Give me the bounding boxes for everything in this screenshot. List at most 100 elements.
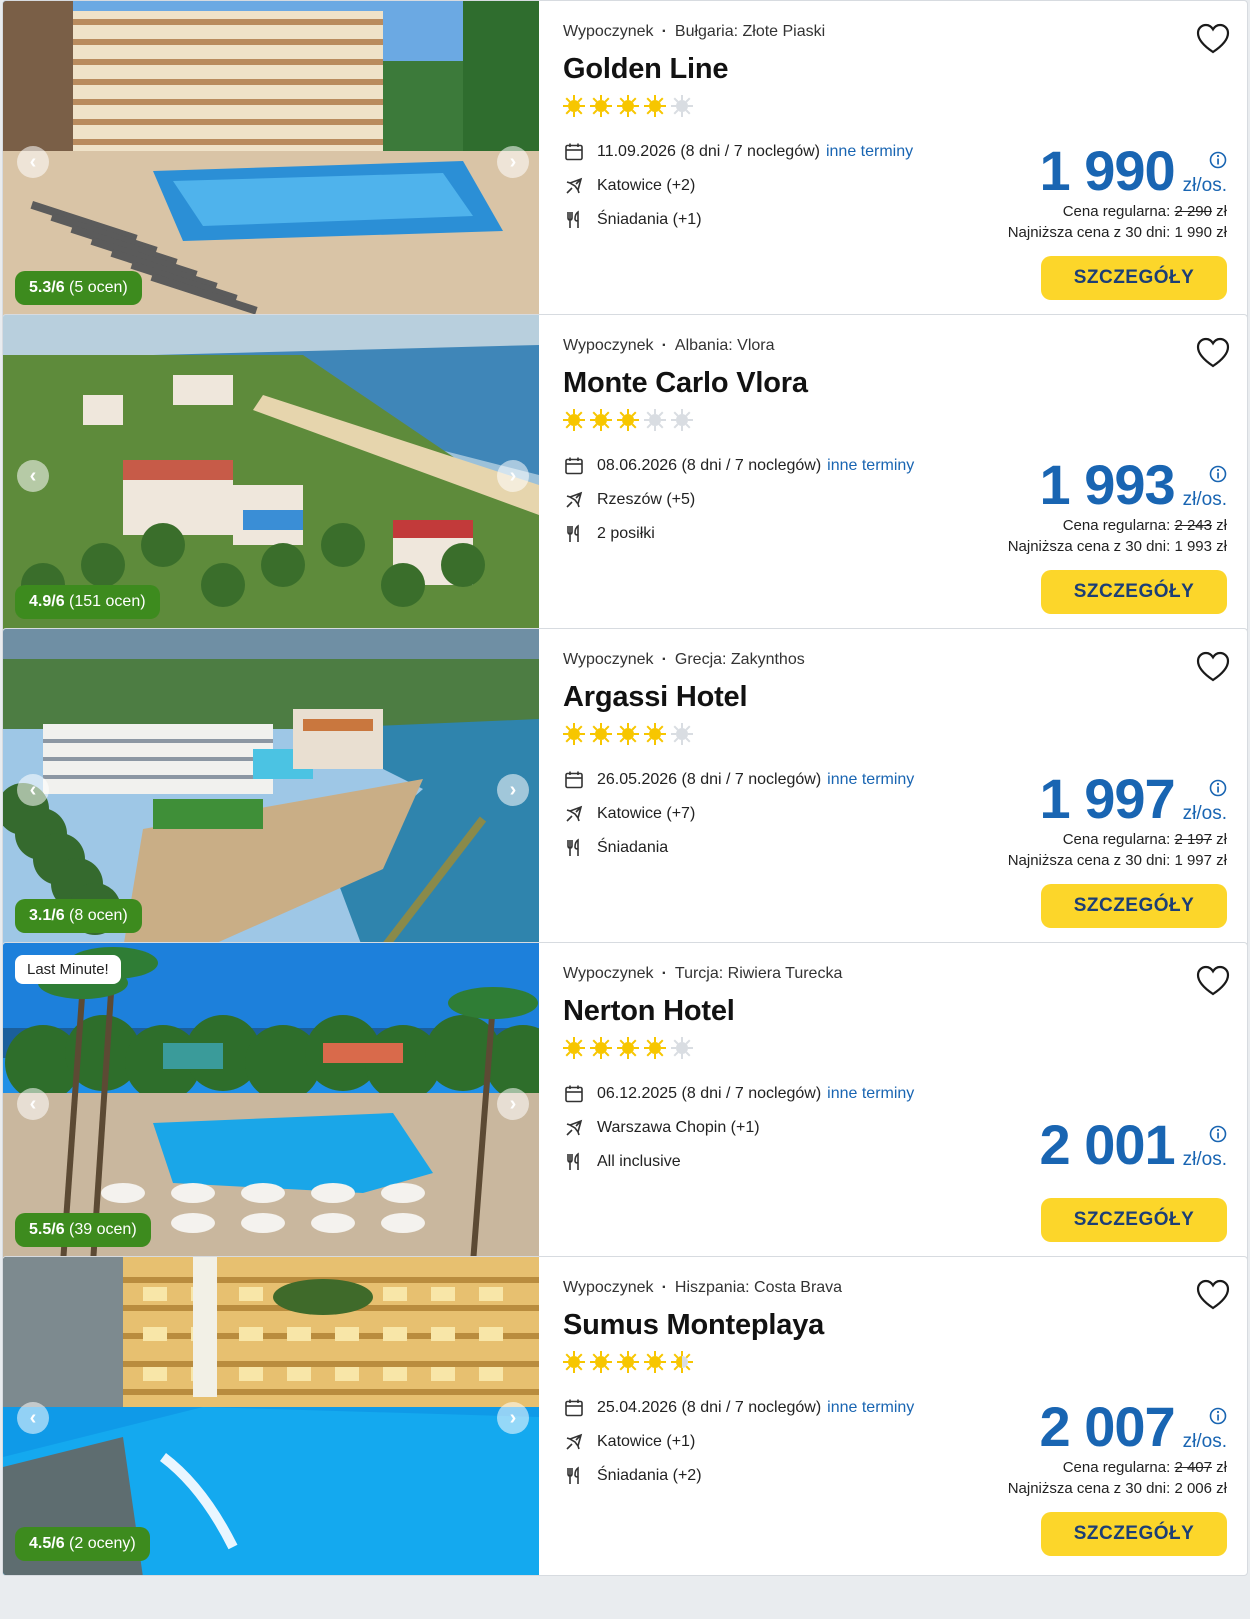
heart-icon[interactable]: [1195, 649, 1231, 685]
board-text: Śniadania (+2): [597, 1467, 702, 1484]
other-dates-link[interactable]: inne terminy: [826, 143, 913, 161]
chevron-right-icon[interactable]: ›: [497, 146, 529, 178]
offer-card[interactable]: ‹ › 4.5/6 (2 oceny) Wypoczynek · Hiszpania…: [2, 1256, 1248, 1576]
calendar-icon: [563, 769, 585, 791]
heart-icon[interactable]: [1195, 21, 1231, 57]
star-rating: [563, 1351, 693, 1373]
date-text: 06.12.2025 (8 dni / 7 noclegów): [597, 1085, 822, 1102]
cutlery-icon: [563, 1151, 585, 1173]
hotel-name[interactable]: Golden Line: [563, 53, 729, 86]
departure-text: Katowice (+7): [597, 805, 696, 822]
heart-icon[interactable]: [1195, 335, 1231, 371]
rating-score: 4.5/6: [29, 1535, 65, 1552]
date-text: 25.04.2026 (8 dni / 7 noclegów): [597, 1399, 822, 1416]
hotel-photo[interactable]: ‹ › 4.9/6 (151 ocen): [3, 315, 539, 633]
rating-count: (39 ocen): [69, 1221, 137, 1238]
regular-price-label: Cena regularna:: [1062, 831, 1171, 848]
chevron-right-icon[interactable]: ›: [497, 1088, 529, 1120]
info-icon[interactable]: [1209, 779, 1227, 797]
info-icon[interactable]: [1209, 465, 1227, 483]
category-label: Wypoczynek: [563, 1279, 654, 1296]
details-button[interactable]: SZCZEGÓŁY: [1041, 256, 1227, 300]
star-icon: [617, 723, 639, 745]
chevron-right-icon[interactable]: ›: [497, 460, 529, 492]
chevron-left-icon[interactable]: ‹: [17, 146, 49, 178]
departure-text: Katowice (+2): [597, 177, 696, 194]
info-icon[interactable]: [1209, 151, 1227, 169]
price-box: 1 990 zł/os. Cena regularna: 2 290 zł Na…: [1008, 141, 1227, 243]
price-unit: zł/os.: [1182, 803, 1227, 824]
hotel-name[interactable]: Argassi Hotel: [563, 681, 748, 714]
other-dates-link[interactable]: inne terminy: [827, 771, 914, 789]
lowest-price-label: Najniższa cena z 30 dni:: [1007, 852, 1171, 869]
regular-price: Cena regularna: 2 407 zł: [1008, 1457, 1227, 1478]
info-icon[interactable]: [1209, 1125, 1227, 1143]
offer-list: ‹ › 5.3/6 (5 ocen) Wypoczynek · Bułgaria: …: [0, 0, 1250, 1619]
plane-icon: [563, 489, 585, 511]
price-unit: zł/os.: [1182, 175, 1227, 196]
departure-row: Katowice (+2): [563, 169, 913, 203]
other-dates-link[interactable]: inne terminy: [827, 1085, 914, 1103]
date-row: 06.12.2025 (8 dni / 7 noclegów) inne ter…: [563, 1077, 914, 1111]
chevron-left-icon[interactable]: ‹: [17, 460, 49, 492]
details-button[interactable]: SZCZEGÓŁY: [1041, 1198, 1227, 1242]
chevron-right-icon[interactable]: ›: [497, 774, 529, 806]
chevron-left-icon[interactable]: ‹: [17, 1402, 49, 1434]
hotel-photo[interactable]: ‹ › 5.3/6 (5 ocen): [3, 1, 539, 319]
date-text: 08.06.2026 (8 dni / 7 noclegów): [597, 457, 822, 474]
date-text: 26.05.2026 (8 dni / 7 noclegów): [597, 771, 822, 788]
price-unit: zł/os.: [1182, 1431, 1227, 1452]
star-icon: [590, 409, 612, 431]
hotel-name[interactable]: Sumus Monteplaya: [563, 1309, 824, 1342]
hotel-name[interactable]: Nerton Hotel: [563, 995, 735, 1028]
star-icon: [617, 409, 639, 431]
details-button[interactable]: SZCZEGÓŁY: [1041, 1512, 1227, 1556]
rating-score: 4.9/6: [29, 593, 65, 610]
star-icon: [563, 1037, 585, 1059]
offer-card[interactable]: ‹ › 5.3/6 (5 ocen) Wypoczynek · Bułgaria: …: [2, 0, 1248, 320]
offer-info: Wypoczynek · Grecja: Zakynthos Argassi Hot…: [563, 629, 1247, 947]
date-row: 25.04.2026 (8 dni / 7 noclegów) inne ter…: [563, 1391, 914, 1425]
hotel-photo[interactable]: ‹ › 3.1/6 (8 ocen): [3, 629, 539, 947]
rating-badge: 4.9/6 (151 ocen): [15, 585, 160, 619]
star-icon: [563, 409, 585, 431]
board-row: All inclusive: [563, 1145, 914, 1179]
heart-icon[interactable]: [1195, 1277, 1231, 1313]
hotel-name[interactable]: Monte Carlo Vlora: [563, 367, 808, 400]
details-button[interactable]: SZCZEGÓŁY: [1041, 884, 1227, 928]
chevron-left-icon[interactable]: ‹: [17, 774, 49, 806]
star-icon: [671, 409, 693, 431]
regular-price-value: 2 243: [1174, 517, 1212, 534]
board-text: All inclusive: [597, 1153, 681, 1170]
other-dates-link[interactable]: inne terminy: [827, 457, 914, 475]
chevron-right-icon[interactable]: ›: [497, 1402, 529, 1434]
star-icon: [617, 95, 639, 117]
cutlery-icon: [563, 1465, 585, 1487]
price-box: 1 993 zł/os. Cena regularna: 2 243 zł Na…: [1008, 455, 1227, 557]
other-dates-link[interactable]: inne terminy: [827, 1399, 914, 1417]
heart-icon[interactable]: [1195, 963, 1231, 999]
details-button[interactable]: SZCZEGÓŁY: [1041, 570, 1227, 614]
category-label: Wypoczynek: [563, 965, 654, 982]
star-icon: [644, 409, 666, 431]
star-icon: [563, 1351, 585, 1373]
lowest-price: Najniższa cena z 30 dni: 1 990 zł: [1008, 222, 1227, 243]
departure-row: Rzeszów (+5): [563, 483, 914, 517]
price-unit: zł/os.: [1182, 489, 1227, 510]
offer-card[interactable]: Last Minute! ‹ › 5.5/6 (39 ocen) Wypoczy…: [2, 942, 1248, 1262]
hotel-photo[interactable]: ‹ › 4.5/6 (2 oceny): [3, 1257, 539, 1575]
offer-card[interactable]: ‹ › 4.9/6 (151 ocen) Wypoczynek · Albania:…: [2, 314, 1248, 634]
rating-count: (151 ocen): [69, 593, 146, 610]
info-icon[interactable]: [1209, 1407, 1227, 1425]
regular-price-currency: zł: [1216, 831, 1227, 848]
date-text: 11.09.2026 (8 dni / 7 noclegów): [597, 143, 820, 160]
rating-score: 3.1/6: [29, 907, 65, 924]
hotel-photo[interactable]: Last Minute! ‹ › 5.5/6 (39 ocen): [3, 943, 539, 1261]
star-icon: [617, 1351, 639, 1373]
star-icon: [644, 723, 666, 745]
lowest-price-label: Najniższa cena z 30 dni:: [1007, 538, 1171, 555]
destination-label: Grecja: Zakynthos: [674, 651, 805, 668]
offer-card[interactable]: ‹ › 3.1/6 (8 ocen) Wypoczynek · Grecja: Za…: [2, 628, 1248, 948]
chevron-left-icon[interactable]: ‹: [17, 1088, 49, 1120]
lowest-price-label: Najniższa cena z 30 dni:: [1007, 1480, 1171, 1497]
